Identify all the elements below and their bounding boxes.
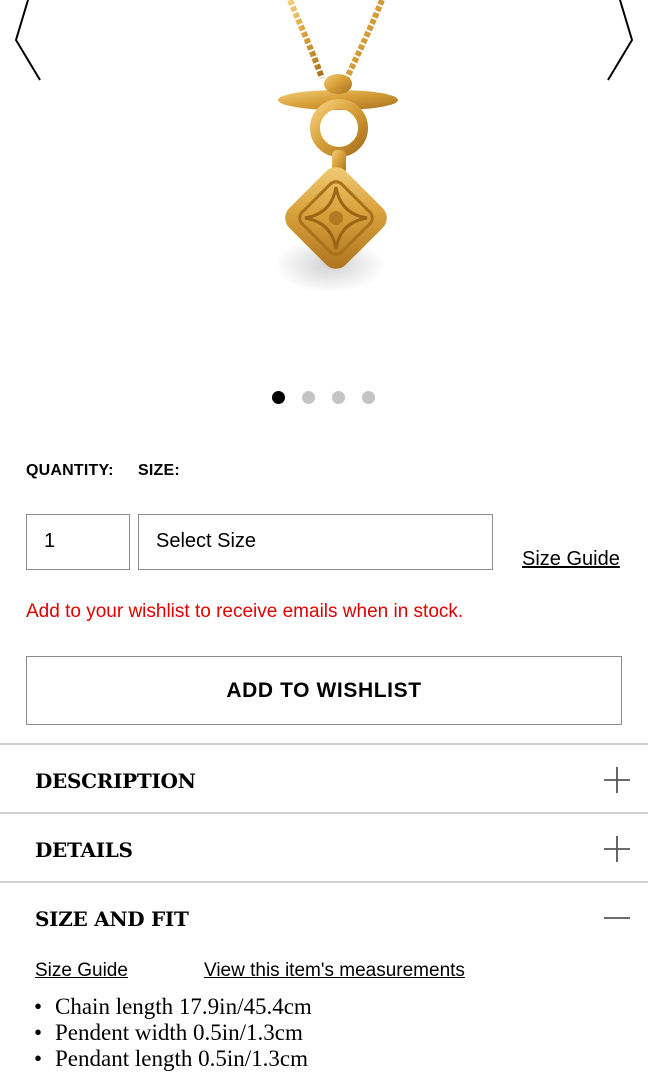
plus-icon[interactable] (602, 834, 632, 864)
carousel-dot-1[interactable] (272, 391, 285, 404)
divider (0, 743, 648, 745)
carousel-dots (272, 391, 375, 405)
plus-icon[interactable] (602, 765, 632, 795)
accordion-size-fit-title[interactable]: SIZE AND FIT (35, 907, 189, 931)
size-fit-size-guide-link[interactable]: Size Guide (35, 960, 128, 982)
quantity-input[interactable]: 1 (26, 514, 130, 570)
list-item: Pendent width 0.5in/1.3cm (34, 1020, 312, 1046)
divider (0, 812, 648, 814)
list-item: Pendant length 0.5in/1.3cm (34, 1046, 312, 1072)
size-guide-link[interactable]: Size Guide (522, 548, 620, 571)
necklace-image (275, 0, 398, 293)
accordion-details-title[interactable]: DETAILS (35, 838, 133, 862)
measurements-list: Chain length 17.9in/45.4cm Pendent width… (34, 994, 312, 1072)
carousel-dot-2[interactable] (302, 391, 315, 404)
previous-arrow-icon[interactable] (12, 0, 42, 82)
view-measurements-link[interactable]: View this item's measurements (204, 960, 465, 982)
product-image[interactable] (0, 0, 648, 380)
list-item: Chain length 17.9in/45.4cm (34, 994, 312, 1020)
minus-icon[interactable] (602, 903, 632, 933)
add-to-wishlist-button[interactable]: ADD TO WISHLIST (26, 656, 622, 725)
stock-message: Add to your wishlist to receive emails w… (26, 601, 464, 622)
carousel-dot-3[interactable] (332, 391, 345, 404)
quantity-label: QUANTITY: (26, 462, 114, 479)
next-arrow-icon[interactable] (606, 0, 636, 82)
divider (0, 881, 648, 883)
accordion-description-title[interactable]: DESCRIPTION (35, 769, 196, 793)
size-select[interactable]: Select Size (138, 514, 493, 570)
size-label: SIZE: (138, 462, 180, 479)
carousel-dot-4[interactable] (362, 391, 375, 404)
